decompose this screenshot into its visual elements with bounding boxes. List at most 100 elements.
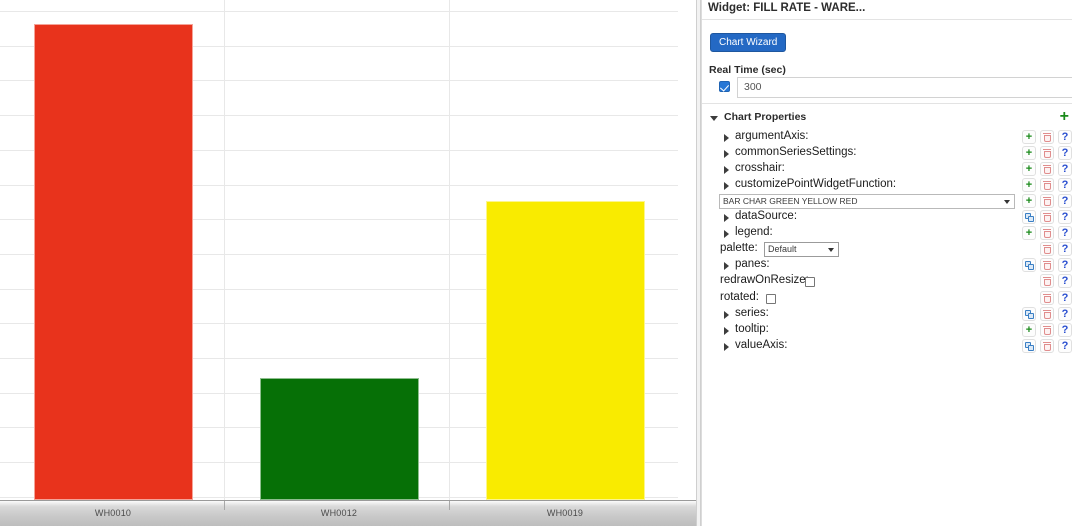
chevron-right-icon[interactable]: [724, 182, 729, 190]
help-icon[interactable]: ?: [1058, 194, 1072, 208]
trash-icon[interactable]: [1040, 146, 1054, 160]
chevron-down-icon[interactable]: [710, 116, 718, 121]
help-icon[interactable]: ?: [1058, 178, 1072, 192]
chevron-right-icon[interactable]: [724, 166, 729, 174]
duplicate-icon[interactable]: [1022, 339, 1036, 353]
bar-WH0012[interactable]: [260, 378, 419, 500]
property-row: valueAxis:?: [702, 339, 1072, 355]
help-icon[interactable]: ?: [1058, 146, 1072, 160]
chart-wizard-button[interactable]: Chart Wizard: [710, 33, 786, 52]
add-icon[interactable]: +: [1022, 178, 1036, 192]
trash-icon[interactable]: [1040, 226, 1054, 240]
duplicate-icon[interactable]: [1022, 210, 1036, 224]
trash-icon[interactable]: [1040, 210, 1054, 224]
add-icon[interactable]: +: [1022, 194, 1036, 208]
axis-tick: [449, 501, 450, 510]
property-name[interactable]: panes:: [735, 258, 770, 270]
redraw-on-resize-label: redrawOnResize:: [720, 274, 809, 286]
help-icon[interactable]: ?: [1058, 307, 1072, 321]
property-name[interactable]: crosshair:: [735, 162, 785, 174]
trash-icon[interactable]: [1040, 162, 1054, 176]
customize-point-widget-function-select[interactable]: BAR CHAR GREEN YELLOW RED: [719, 194, 1015, 209]
properties-pane: Widget: FILL RATE - WARE... Chart Wizard…: [701, 0, 1072, 526]
property-name[interactable]: series:: [735, 307, 769, 319]
property-row: customizePointWidgetFunction: +?: [702, 178, 1072, 194]
property-name[interactable]: dataSource:: [735, 210, 797, 222]
add-icon[interactable]: +: [1022, 226, 1036, 240]
help-icon[interactable]: ?: [1058, 130, 1072, 144]
property-row-palette: palette:?: [702, 242, 1072, 258]
chevron-right-icon[interactable]: [724, 150, 729, 158]
real-time-checkbox[interactable]: [719, 81, 730, 92]
axis-tick: [224, 501, 225, 510]
bar-WH0019[interactable]: [486, 201, 645, 500]
trash-icon[interactable]: [1040, 274, 1054, 288]
help-icon[interactable]: ?: [1058, 226, 1072, 240]
real-time-row: 300: [709, 79, 1072, 97]
widget-title: Widget: FILL RATE - WARE...: [708, 0, 1072, 19]
property-name[interactable]: argumentAxis:: [735, 130, 809, 142]
gridline-vertical: [224, 0, 225, 500]
help-icon[interactable]: ?: [1058, 210, 1072, 224]
palette-value: Default: [768, 244, 797, 254]
trash-icon[interactable]: [1040, 130, 1054, 144]
real-time-input[interactable]: 300: [737, 77, 1072, 98]
chevron-right-icon[interactable]: [724, 262, 729, 270]
chevron-right-icon[interactable]: [724, 311, 729, 319]
trash-icon[interactable]: [1040, 258, 1054, 272]
help-icon[interactable]: ?: [1058, 162, 1072, 176]
property-row-rotated: rotated:?: [702, 291, 1072, 307]
axis-label-WH0010: WH0010: [53, 508, 173, 518]
chart-plot-area: [0, 0, 696, 500]
help-icon[interactable]: ?: [1058, 258, 1072, 272]
trash-icon[interactable]: [1040, 242, 1054, 256]
add-property-icon[interactable]: +: [1060, 109, 1069, 125]
palette-label: palette:: [720, 242, 758, 254]
trash-icon[interactable]: [1040, 194, 1054, 208]
property-row: panes:?: [702, 258, 1072, 274]
title-divider: [702, 19, 1072, 20]
trash-icon[interactable]: [1040, 323, 1054, 337]
trash-icon[interactable]: [1040, 178, 1054, 192]
property-name[interactable]: valueAxis:: [735, 339, 787, 351]
help-icon[interactable]: ?: [1058, 274, 1072, 288]
add-icon[interactable]: +: [1022, 146, 1036, 160]
help-icon[interactable]: ?: [1058, 291, 1072, 305]
help-icon[interactable]: ?: [1058, 339, 1072, 353]
help-icon[interactable]: ?: [1058, 242, 1072, 256]
chevron-right-icon[interactable]: [724, 230, 729, 238]
palette-select[interactable]: Default: [764, 242, 839, 257]
rotated-label: rotated:: [720, 291, 759, 303]
trash-icon[interactable]: [1040, 291, 1054, 305]
chart-properties-header: Chart Properties +: [702, 111, 1072, 127]
chevron-right-icon[interactable]: [724, 327, 729, 335]
trash-icon[interactable]: [1040, 307, 1054, 321]
property-row-redraw-on-resize: redrawOnResize:?: [702, 274, 1072, 290]
add-icon[interactable]: +: [1022, 130, 1036, 144]
add-icon[interactable]: +: [1022, 323, 1036, 337]
property-name[interactable]: legend:: [735, 226, 773, 238]
chevron-right-icon[interactable]: [724, 134, 729, 142]
property-row: series:?: [702, 307, 1072, 323]
gridline-horizontal: [0, 11, 678, 12]
trash-icon[interactable]: [1040, 339, 1054, 353]
bar-WH0010[interactable]: [34, 24, 193, 500]
chevron-down-icon: [1004, 200, 1010, 204]
property-row: legend: +?: [702, 226, 1072, 242]
rotated-checkbox[interactable]: [766, 294, 776, 304]
realtime-divider: [702, 103, 1072, 104]
duplicate-icon[interactable]: [1022, 307, 1036, 321]
property-name[interactable]: commonSeriesSettings:: [735, 146, 856, 158]
help-icon[interactable]: ?: [1058, 323, 1072, 337]
property-name[interactable]: tooltip:: [735, 323, 769, 335]
property-row: dataSource:?: [702, 210, 1072, 226]
redraw-on-resize-checkbox[interactable]: [805, 277, 815, 287]
chart-properties-title: Chart Properties: [724, 111, 806, 123]
chevron-right-icon[interactable]: [724, 214, 729, 222]
property-name[interactable]: customizePointWidgetFunction:: [735, 178, 896, 190]
chevron-down-icon: [828, 248, 834, 252]
property-row: crosshair: +?: [702, 162, 1072, 178]
chevron-right-icon[interactable]: [724, 343, 729, 351]
add-icon[interactable]: +: [1022, 162, 1036, 176]
duplicate-icon[interactable]: [1022, 258, 1036, 272]
